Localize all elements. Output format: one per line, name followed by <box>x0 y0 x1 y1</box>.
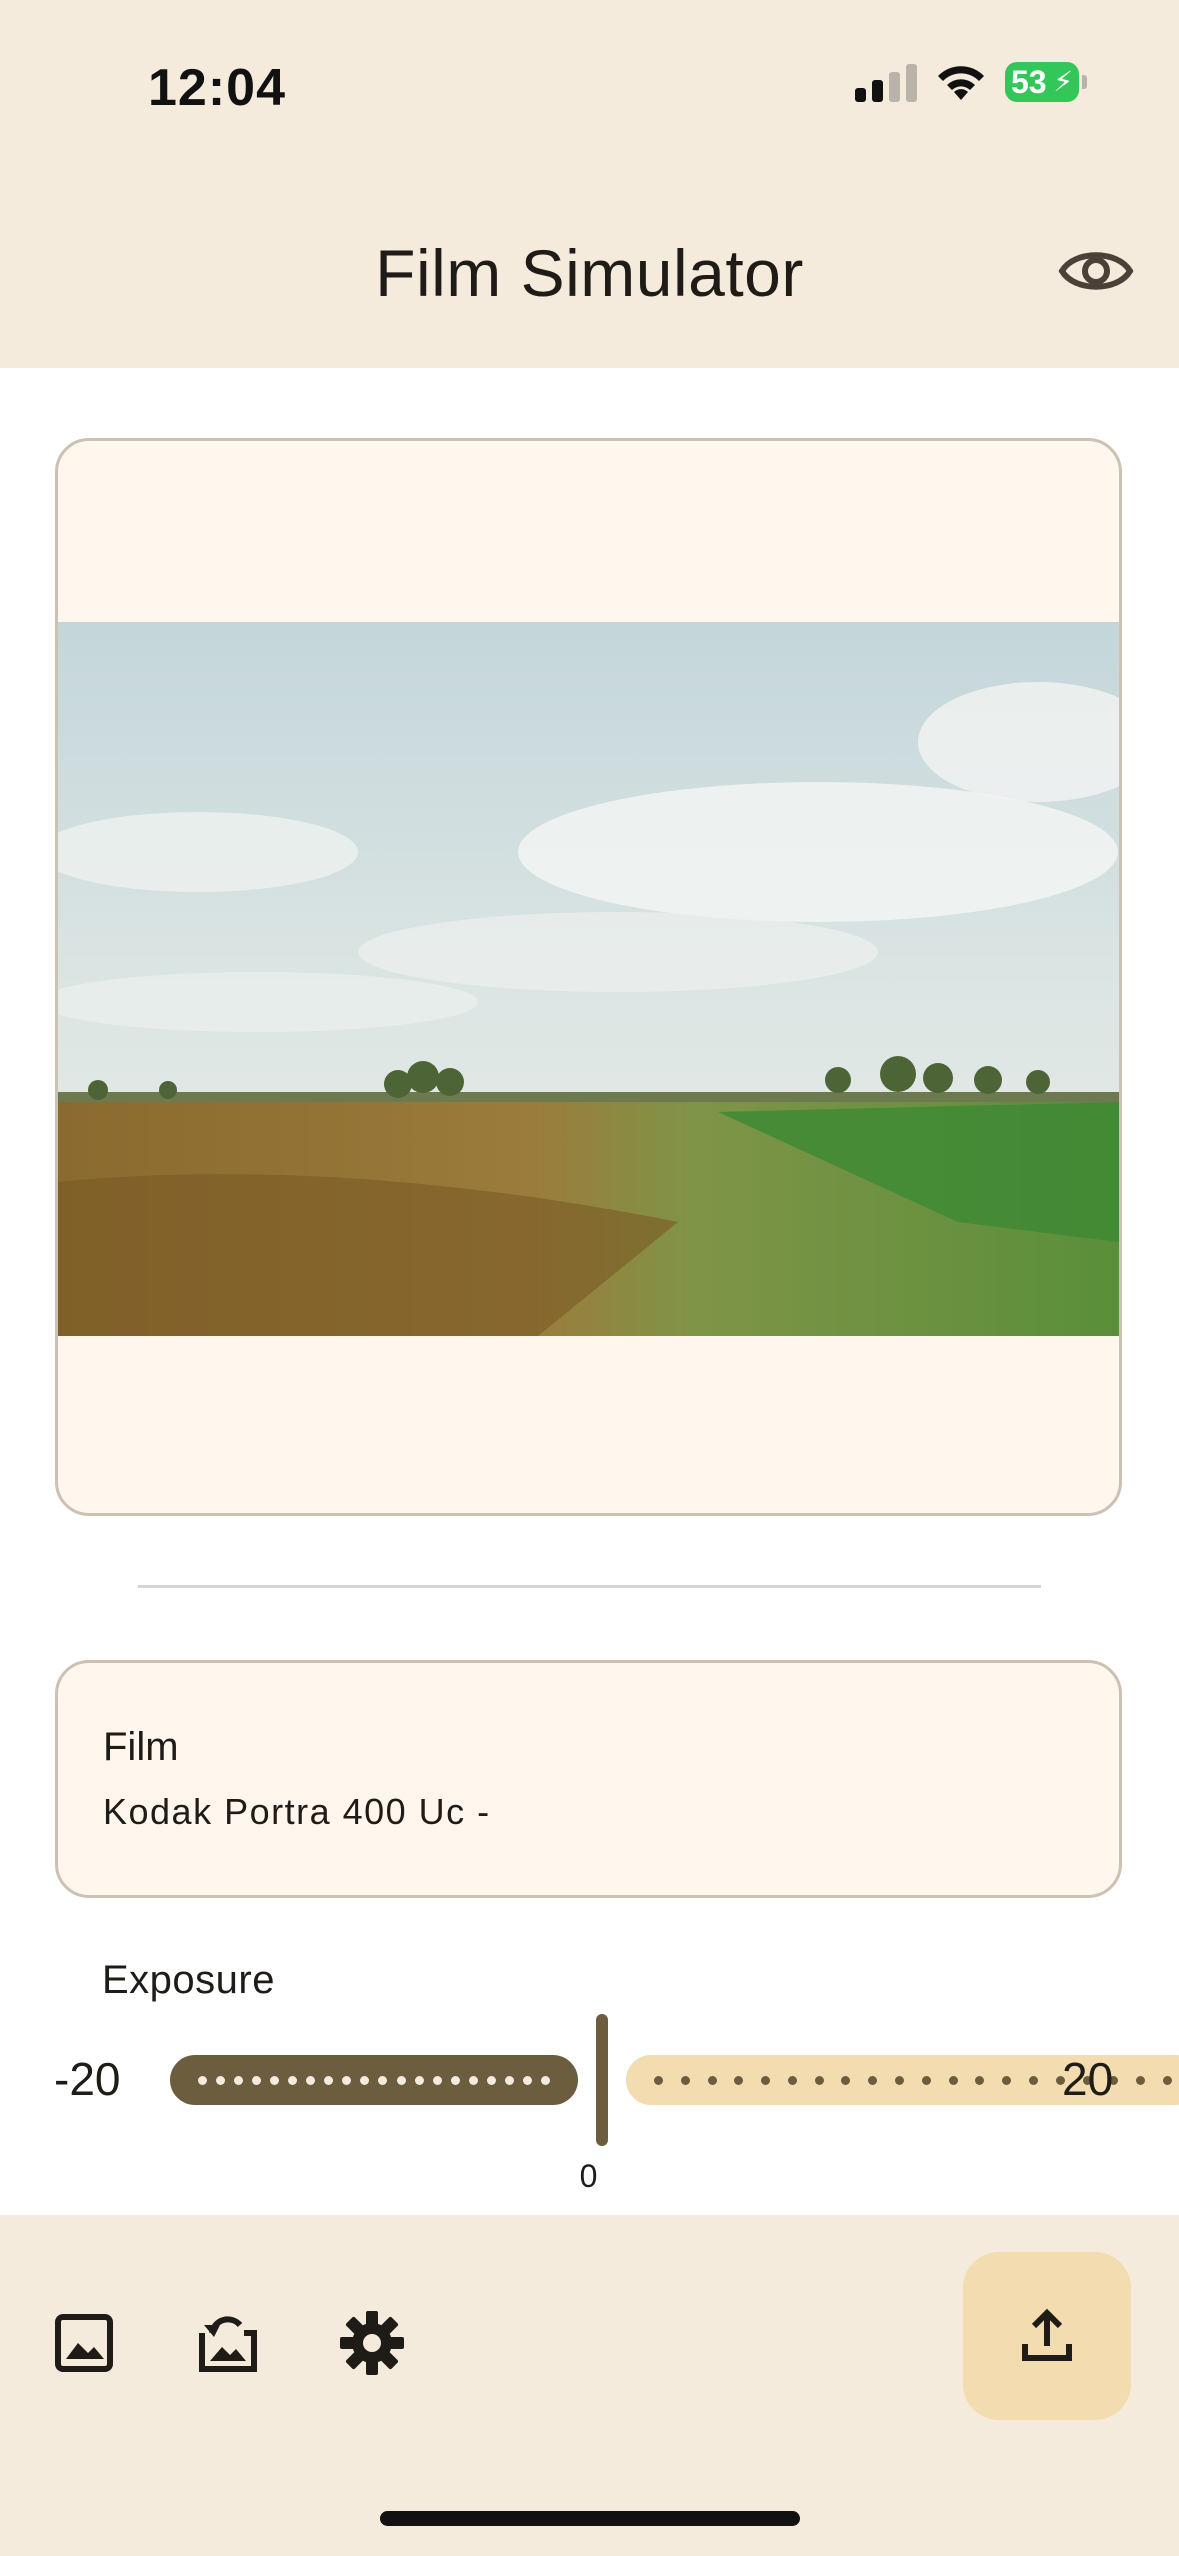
slider-tick <box>1002 2075 1012 2085</box>
photo-preview-image <box>58 622 1119 1336</box>
settings-button[interactable] <box>336 2307 408 2379</box>
status-icons: 53 ⚡ <box>855 62 1087 102</box>
slider-tick <box>378 2075 388 2085</box>
image-icon <box>55 2314 113 2372</box>
status-time: 12:04 <box>148 59 286 117</box>
slider-tick <box>432 2075 442 2085</box>
open-image-button[interactable] <box>48 2307 120 2379</box>
film-selector-card[interactable]: Film Kodak Portra 400 Uc - <box>55 1660 1122 1898</box>
film-label: Film <box>103 1725 179 1769</box>
active-track-ticks <box>170 2055 578 2105</box>
bottom-app-bar <box>0 2215 1179 2556</box>
top-app-bar: 12:04 53 ⚡ Film Simulator <box>0 0 1179 368</box>
slider-tick <box>396 2075 406 2085</box>
exposure-max-label: 20 <box>1062 2053 1114 2105</box>
slider-tick <box>324 2075 334 2085</box>
slider-active-track[interactable] <box>170 2055 578 2105</box>
slider-tick <box>306 2075 316 2085</box>
slider-tick <box>707 2075 717 2085</box>
slider-tick <box>540 2075 550 2085</box>
gear-icon <box>340 2311 404 2375</box>
slider-tick <box>734 2075 744 2085</box>
slider-tick <box>234 2075 244 2085</box>
slider-tick <box>486 2075 496 2085</box>
photo-preview-card[interactable] <box>55 438 1122 1516</box>
slider-tick <box>450 2075 460 2085</box>
export-button[interactable] <box>963 2252 1131 2420</box>
eye-icon <box>1058 252 1134 290</box>
slider-tick <box>270 2075 280 2085</box>
slider-tick <box>504 2075 514 2085</box>
battery-icon: 53 ⚡ <box>1005 62 1087 102</box>
slider-tick <box>761 2075 771 2085</box>
slider-tick <box>975 2075 985 2085</box>
divider <box>138 1585 1041 1588</box>
exposure-label: Exposure <box>102 1958 275 2002</box>
slider-thumb[interactable] <box>596 2014 608 2146</box>
slider-tick <box>288 2075 298 2085</box>
slider-tick <box>654 2075 663 2085</box>
slider-tick <box>1028 2075 1038 2085</box>
slider-tick <box>948 2075 958 2085</box>
slider-tick <box>1136 2075 1146 2085</box>
slider-tick <box>895 2075 905 2085</box>
replace-image-icon <box>199 2316 257 2372</box>
upload-icon <box>1022 2308 1072 2361</box>
film-value: Kodak Portra 400 Uc - <box>103 1791 491 1832</box>
slider-tick <box>814 2075 824 2085</box>
slider-tick <box>468 2075 478 2085</box>
exposure-slider[interactable] <box>170 2010 1179 2150</box>
slider-tick <box>216 2075 226 2085</box>
slider-tick <box>414 2075 424 2085</box>
slider-tick <box>921 2075 931 2085</box>
replace-image-button[interactable] <box>192 2307 264 2379</box>
preview-toggle-button[interactable] <box>1056 238 1136 304</box>
slider-tick <box>342 2075 352 2085</box>
wifi-icon <box>938 66 984 100</box>
slider-tick <box>360 2075 370 2085</box>
slider-tick <box>787 2075 797 2085</box>
slider-tick <box>252 2075 262 2085</box>
slider-tick <box>868 2075 878 2085</box>
exposure-value-label: 0 <box>0 2158 1179 2195</box>
slider-tick <box>198 2075 207 2085</box>
slider-tick <box>1162 2075 1172 2085</box>
exposure-min-label: -20 <box>54 2053 121 2105</box>
page-title: Film Simulator <box>375 236 804 310</box>
cellular-signal-icon <box>855 62 917 102</box>
exposure-value: 0 <box>579 2158 598 2194</box>
slider-tick <box>680 2075 690 2085</box>
slider-tick <box>841 2075 851 2085</box>
battery-level: 53 <box>1011 64 1047 100</box>
slider-tick <box>522 2075 532 2085</box>
home-indicator <box>380 2511 800 2526</box>
